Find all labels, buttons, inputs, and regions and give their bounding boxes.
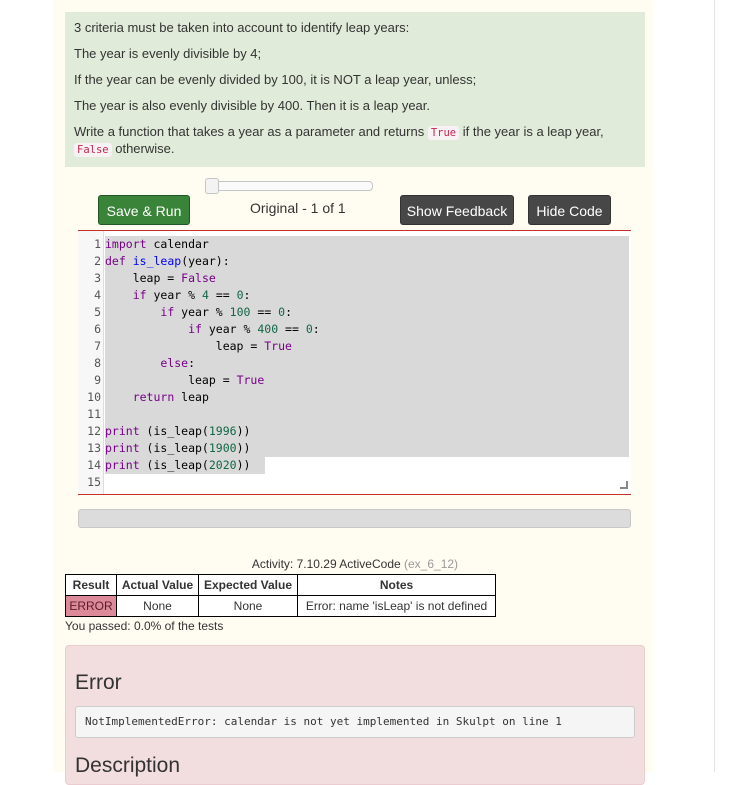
pass-summary: You passed: 0.0% of the tests <box>65 619 224 633</box>
save-run-button[interactable]: Save & Run <box>98 195 190 225</box>
line-number: 6 <box>94 322 101 336</box>
prompt-line-3: If the year can be evenly divided by 100… <box>74 72 477 87</box>
activity-caption: Activity: 7.10.29 ActiveCode (ex_6_12) <box>65 557 645 571</box>
slider-handle[interactable] <box>205 178 219 194</box>
slider-track[interactable] <box>211 181 373 191</box>
table-header-row: Result Actual Value Expected Value Notes <box>65 574 496 596</box>
code-line[interactable]: 15 <box>78 474 101 491</box>
code-line[interactable]: 10 return leap <box>78 389 209 406</box>
code-text[interactable]: if year % 100 == 0: <box>105 304 292 321</box>
line-number: 12 <box>87 424 101 438</box>
code-text[interactable]: if year % 4 == 0: <box>105 287 251 304</box>
column-header-actual: Actual Value <box>116 574 199 596</box>
activity-label: Activity: 7.10.29 ActiveCode <box>251 557 401 571</box>
expected-value-cell: None <box>198 595 298 617</box>
code-line[interactable]: 5 if year % 100 == 0: <box>78 304 292 321</box>
exercise-prompt: 3 criteria must be taken into account to… <box>65 12 645 167</box>
code-text[interactable]: print (is_leap(1900)) <box>105 440 250 457</box>
unit-test-results-table: Result Actual Value Expected Value Notes… <box>65 574 496 617</box>
version-label: Original - 1 of 1 <box>250 200 346 216</box>
column-header-notes: Notes <box>297 574 496 596</box>
line-number: 7 <box>94 339 101 353</box>
resize-handle-icon[interactable] <box>620 481 628 489</box>
line-number: 8 <box>94 356 101 370</box>
code-lines[interactable]: 1 import calendar 2 def is_leap(year): 3 l… <box>78 236 320 491</box>
line-number: 13 <box>87 441 101 455</box>
prompt-line-5-middle: if the year is a leap year, <box>459 124 604 139</box>
inline-code-false: False <box>74 143 112 157</box>
code-line[interactable]: 11 <box>78 406 101 423</box>
code-line[interactable]: 6 if year % 400 == 0: <box>78 321 320 338</box>
column-header-result: Result <box>65 574 117 596</box>
column-header-expected: Expected Value <box>198 574 298 596</box>
error-heading: Error <box>75 671 122 694</box>
actual-value-cell: None <box>116 595 199 617</box>
code-line[interactable]: 2 def is_leap(year): <box>78 253 230 270</box>
line-number: 9 <box>94 373 101 387</box>
code-editor[interactable]: 1 import calendar 2 def is_leap(year): 3 l… <box>78 230 631 495</box>
code-text[interactable]: import calendar <box>105 236 209 253</box>
history-slider[interactable] <box>205 178 373 194</box>
code-text[interactable]: print (is_leap(2020)) <box>105 457 250 474</box>
code-text[interactable]: def is_leap(year): <box>105 253 230 270</box>
notes-cell: Error: name 'isLeap' is not defined <box>297 595 496 617</box>
code-text[interactable]: else: <box>105 355 195 372</box>
code-line[interactable]: 1 import calendar <box>78 236 209 253</box>
line-number: 11 <box>87 407 101 421</box>
code-line[interactable]: 3 leap = False <box>78 270 216 287</box>
line-number: 3 <box>94 271 101 285</box>
line-number: 4 <box>94 288 101 302</box>
hide-code-button[interactable]: Hide Code <box>528 195 611 225</box>
show-feedback-button[interactable]: Show Feedback <box>400 195 514 225</box>
table-row: ERROR None None Error: name 'isLeap' is … <box>65 595 496 617</box>
result-cell: ERROR <box>65 595 117 617</box>
error-message: NotImplementedError: calendar is not yet… <box>75 706 635 738</box>
line-number: 14 <box>87 458 101 472</box>
code-line[interactable]: 8 else: <box>78 355 195 372</box>
line-number: 10 <box>87 390 101 404</box>
prompt-line-5: Write a function that takes a year as a … <box>74 124 636 158</box>
line-number: 5 <box>94 305 101 319</box>
code-line[interactable]: 7 leap = True <box>78 338 292 355</box>
prompt-line-1: 3 criteria must be taken into account to… <box>74 20 410 35</box>
code-text[interactable]: return leap <box>105 389 209 406</box>
code-line[interactable]: 14 print (is_leap(2020)) <box>78 457 250 474</box>
page-divider <box>714 0 715 772</box>
prompt-line-5-end: otherwise. <box>111 141 175 156</box>
line-number: 1 <box>94 237 101 251</box>
code-text[interactable]: print (is_leap(1996)) <box>105 423 250 440</box>
description-heading: Description <box>75 754 181 777</box>
inline-code-true: True <box>427 126 460 140</box>
code-text[interactable]: leap = False <box>105 270 216 287</box>
code-text[interactable]: leap = True <box>105 372 264 389</box>
code-text[interactable]: if year % 400 == 0: <box>105 321 320 338</box>
code-text[interactable]: leap = True <box>105 338 292 355</box>
prompt-line-2: The year is evenly divisible by 4; <box>74 46 262 61</box>
prompt-line-5-text: Write a function that takes a year as a … <box>74 124 428 139</box>
activity-id: (ex_6_12) <box>404 557 459 571</box>
error-panel: Error NotImplementedError: calendar is n… <box>65 645 645 785</box>
line-number: 2 <box>94 254 101 268</box>
code-line[interactable]: 9 leap = True <box>78 372 264 389</box>
code-line[interactable]: 4 if year % 4 == 0: <box>78 287 250 304</box>
code-line[interactable]: 12 print (is_leap(1996)) <box>78 423 250 440</box>
prompt-line-4: The year is also evenly divisible by 400… <box>74 98 431 113</box>
code-line[interactable]: 13 print (is_leap(1900)) <box>78 440 250 457</box>
output-area <box>78 509 631 528</box>
line-number: 15 <box>87 475 101 489</box>
